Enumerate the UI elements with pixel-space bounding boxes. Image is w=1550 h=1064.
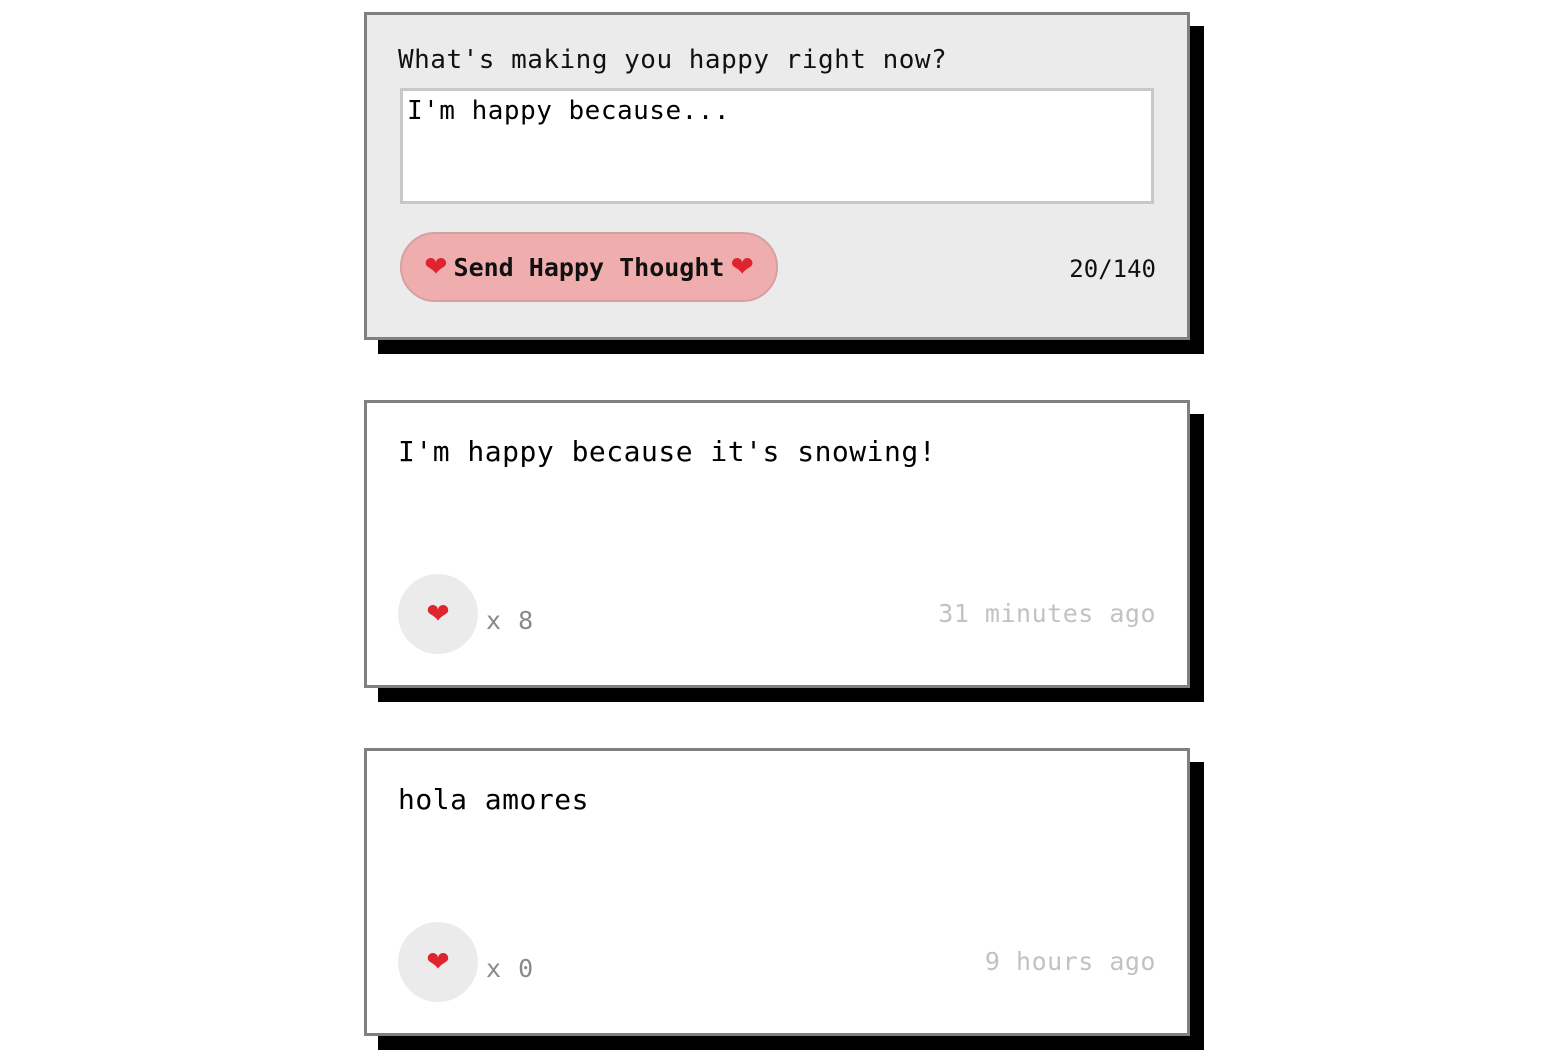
character-counter: 20/140 [1069,255,1156,283]
happy-thoughts-page: What's making you happy right now? ❤ Sen… [0,0,1550,1064]
like-count: x 0 [486,954,535,983]
thought-form: What's making you happy right now? ❤ Sen… [364,12,1190,340]
thought-card: I'm happy because it's snowing! ❤ x 8 31… [364,400,1190,688]
heart-icon: ❤ [426,945,450,978]
like-button[interactable]: ❤ [398,922,478,1002]
thought-message: hola amores [398,783,589,816]
heart-icon: ❤ [426,597,450,630]
heart-icon: ❤ [730,250,754,283]
thought-card: hola amores ❤ x 0 9 hours ago [364,748,1190,1036]
thought-input[interactable] [400,88,1154,204]
send-button-label: Send Happy Thought [453,252,725,282]
prompt-label: What's making you happy right now? [398,45,948,75]
like-button[interactable]: ❤ [398,574,478,654]
like-count: x 8 [486,606,535,635]
thought-message: I'm happy because it's snowing! [398,435,937,468]
heart-icon: ❤ [424,250,448,283]
timestamp: 9 hours ago [984,947,1156,976]
timestamp: 31 minutes ago [938,599,1156,628]
send-happy-thought-button[interactable]: ❤ Send Happy Thought ❤ [400,232,778,302]
